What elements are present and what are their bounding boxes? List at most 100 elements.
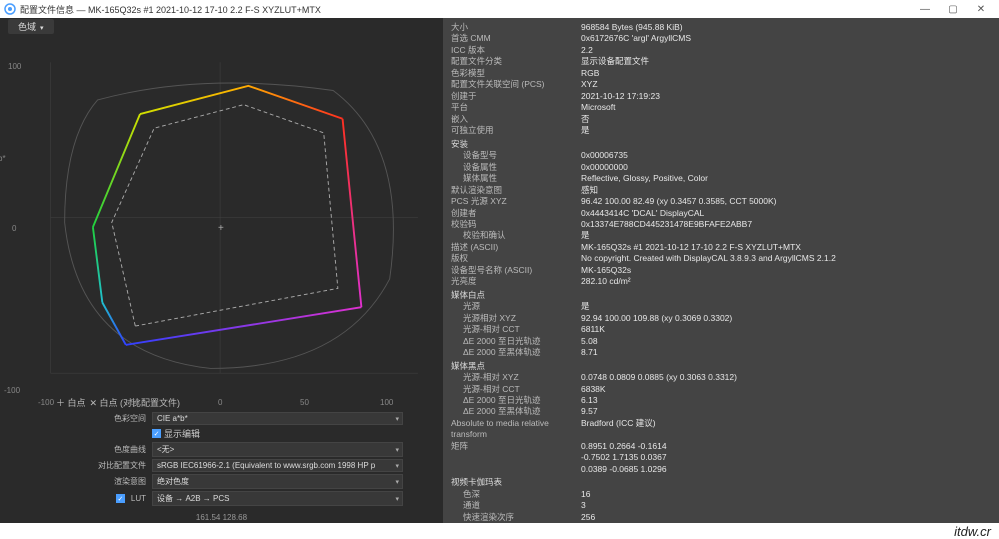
whitepoint-marker: + (218, 223, 224, 234)
info-value: 0.0389 -0.0685 1.0296 (581, 464, 991, 475)
info-value: 2.2 (581, 45, 991, 56)
show-gamut-label: 显示编辑 (164, 427, 200, 440)
info-key: 版权 (451, 253, 581, 264)
app-icon (4, 3, 16, 15)
info-row: ΔE 2000 至日光轨迹5.08 (451, 336, 991, 347)
info-row: 大小968584 Bytes (945.88 KiB) (451, 22, 991, 33)
info-panel[interactable]: 大小968584 Bytes (945.88 KiB)首选 CMM0x61726… (443, 18, 999, 523)
info-key: ΔE 2000 至日光轨迹 (451, 395, 581, 406)
info-value: 显示设备配置文件 (581, 56, 991, 67)
info-row: 光亮度282.10 cd/m² (451, 276, 991, 287)
info-row: ΔE 2000 至日光轨迹6.13 (451, 395, 991, 406)
info-value: 0x00006735 (581, 150, 991, 161)
info-key: 光亮度 (451, 276, 581, 287)
info-value: 282.10 cd/m² (581, 276, 991, 287)
gamut-chart[interactable]: + 100 0 -100 b* -100 -50 0 50 100 (0, 34, 443, 392)
info-value: 0x00000000 (581, 162, 991, 173)
info-key (451, 464, 581, 475)
info-key: 色深 (451, 489, 581, 500)
info-value: 5.08 (581, 336, 991, 347)
info-row: 默认渲染意图感知 (451, 185, 991, 196)
info-key: 配置文件分类 (451, 56, 581, 67)
info-row: 快速渲染次序256 (451, 512, 991, 523)
info-row: 创建者0x4443414C 'DCAL' DisplayCAL (451, 208, 991, 219)
colorspace-label: 色彩空间 (96, 413, 152, 424)
lut-checkbox[interactable]: ✓ (116, 494, 125, 503)
info-key: 设备属性 (451, 162, 581, 173)
info-value: 6838K (581, 384, 991, 395)
info-key: 创建者 (451, 208, 581, 219)
show-gamut-checkbox[interactable]: ✓ (152, 429, 161, 438)
chroma-select[interactable]: <无>▾ (152, 442, 403, 457)
info-key: 平台 (451, 102, 581, 113)
info-row: 安装 (451, 137, 991, 150)
device-gamut (93, 86, 362, 345)
gamut-svg (0, 34, 443, 392)
info-value: 是 (581, 125, 991, 136)
info-key: 光源相对 XYZ (451, 313, 581, 324)
colorspace-select[interactable]: CIE a*b*▾ (152, 412, 403, 425)
info-value: 0x4443414C 'DCAL' DisplayCAL (581, 208, 991, 219)
info-row: 色深16 (451, 489, 991, 500)
info-row: 通道3 (451, 500, 991, 511)
info-key: ΔE 2000 至日光轨迹 (451, 336, 581, 347)
lut-select[interactable]: 设备 → A2B → PCS▾ (152, 491, 403, 506)
info-value: XYZ (581, 79, 991, 90)
chevron-down-icon: ▾ (395, 446, 399, 454)
info-row: 创建于2021-10-12 17:19:23 (451, 91, 991, 102)
lut-label: LUT (131, 494, 146, 503)
info-key: 创建于 (451, 91, 581, 102)
info-key: 通道 (451, 500, 581, 511)
rendering-select[interactable]: 绝对色度▾ (152, 474, 403, 489)
info-key: Absolute to media relative transform (451, 418, 581, 441)
chevron-down-icon: ▾ (40, 25, 44, 32)
info-row: ICC 版本2.2 (451, 45, 991, 56)
tab-gamut[interactable]: 色域▾ (8, 19, 54, 34)
tabbar: 色域▾ (0, 18, 443, 34)
info-row: 设备型号名称 (ASCII)MK-165Q32s (451, 265, 991, 276)
info-key: ΔE 2000 至黑体轨迹 (451, 347, 581, 358)
info-row: 光源相对 XYZ92.94 100.00 109.88 (xy 0.3069 0… (451, 313, 991, 324)
info-value: -0.7502 1.7135 0.0367 (581, 452, 991, 463)
info-value: Microsoft (581, 102, 991, 113)
info-value: 6.13 (581, 395, 991, 406)
chevron-down-icon: ▾ (395, 462, 399, 470)
maximize-button[interactable]: ▢ (939, 4, 967, 15)
compare-label: 对比配置文件 (96, 460, 152, 471)
info-key: 大小 (451, 22, 581, 33)
info-row: 描述 (ASCII)MK-165Q32s #1 2021-10-12 17-10… (451, 242, 991, 253)
info-key: ΔE 2000 至黑体轨迹 (451, 406, 581, 417)
info-row: 配置文件分类显示设备配置文件 (451, 56, 991, 67)
info-row: 校验和确认是 (451, 230, 991, 241)
info-row: ΔE 2000 至黑体轨迹9.57 (451, 406, 991, 417)
close-button[interactable]: ✕ (967, 4, 995, 15)
info-value: 9.57 (581, 406, 991, 417)
info-row: PCS 光源 XYZ96.42 100.00 82.49 (xy 0.3457 … (451, 196, 991, 207)
info-row: -0.7502 1.7135 0.0367 (451, 452, 991, 463)
info-row: 光源是 (451, 301, 991, 312)
info-value: 0.0748 0.0809 0.0885 (xy 0.3063 0.3312) (581, 372, 991, 383)
info-row: 媒体属性Reflective, Glossy, Positive, Color (451, 173, 991, 184)
compare-select[interactable]: sRGB IEC61966-2.1 (Equivalent to www.srg… (152, 459, 403, 472)
info-row: 设备属性0x00000000 (451, 162, 991, 173)
info-value: 968584 Bytes (945.88 KiB) (581, 22, 991, 33)
add-whitepoint-button[interactable]: ＋ 白点 (56, 396, 86, 409)
minimize-button[interactable]: — (911, 4, 939, 15)
info-value: 256 (581, 512, 991, 523)
info-row: 0.0389 -0.0685 1.0296 (451, 464, 991, 475)
info-key: PCS 光源 XYZ (451, 196, 581, 207)
info-value: 8.71 (581, 347, 991, 358)
info-row: 视频卡伽玛表 (451, 475, 991, 488)
window-title: 配置文件信息 — MK-165Q32s #1 2021-10-12 17-10 … (20, 3, 911, 16)
info-key: 设备型号名称 (ASCII) (451, 265, 581, 276)
info-row: 校验码0x13374E788CD445231478E9BFAFE2ABB7 (451, 219, 991, 230)
info-value: Bradford (ICC 建议) (581, 418, 991, 441)
info-value: 否 (581, 114, 991, 125)
info-key: 首选 CMM (451, 33, 581, 44)
controls-panel: ＋ 白点 ✕ 白点 (对比配置文件) 色彩空间 CIE a*b*▾ ✓ 显示编辑… (0, 392, 443, 512)
info-key: 默认渲染意图 (451, 185, 581, 196)
info-key: 光源-相对 CCT (451, 324, 581, 335)
info-value: MK-165Q32s #1 2021-10-12 17-10 2.2 F-S X… (581, 242, 991, 253)
info-key: 配置文件关联空间 (PCS) (451, 79, 581, 90)
info-row: 配置文件关联空间 (PCS)XYZ (451, 79, 991, 90)
